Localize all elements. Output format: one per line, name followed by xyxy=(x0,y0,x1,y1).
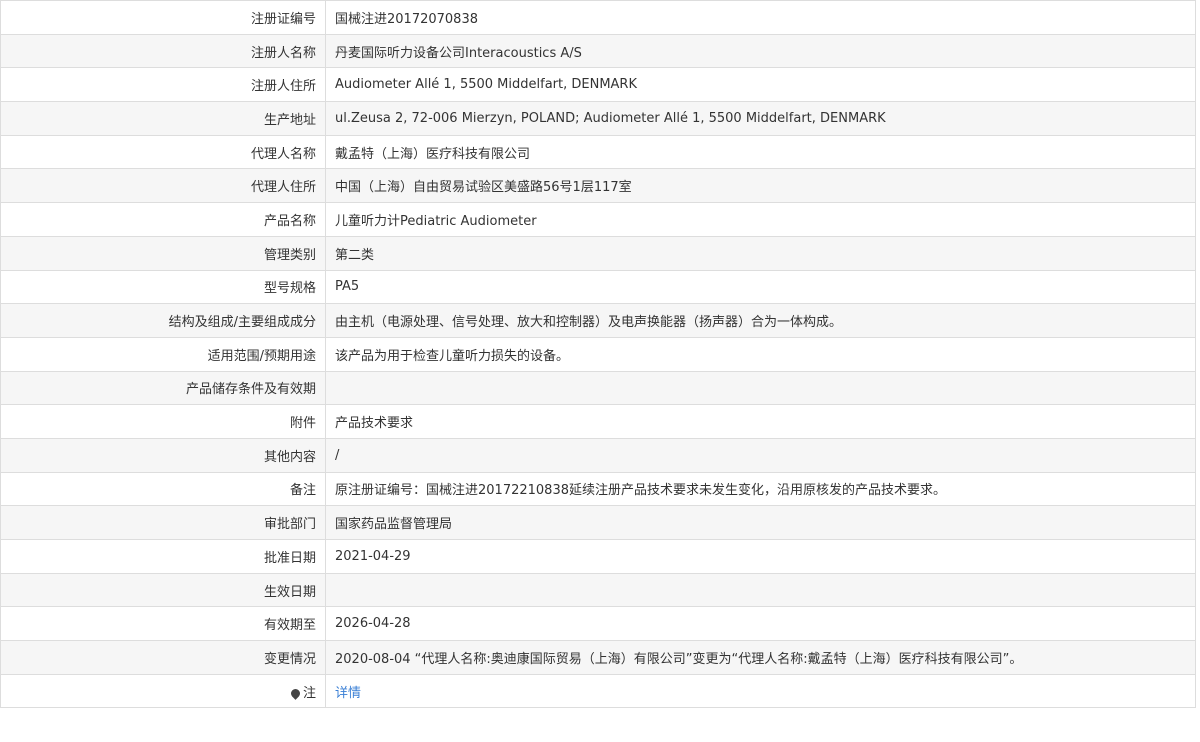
row-value: Audiometer Allé 1, 5500 Middelfart, DENM… xyxy=(325,67,1196,103)
table-row: 备注 原注册证编号：国械注进20172210838延续注册产品技术要求未发生变化，… xyxy=(0,471,1196,507)
row-label: 备注 xyxy=(0,471,326,507)
row-label: 产品名称 xyxy=(0,202,326,237)
row-value: 丹麦国际听力设备公司Interacoustics A/S xyxy=(325,33,1196,69)
note-label-cell: 注 xyxy=(0,673,326,709)
note-label: 注 xyxy=(302,685,316,701)
detail-link[interactable]: 详情 xyxy=(335,686,361,701)
table-row: 代理人住所 中国（上海）自由贸易试验区美盛路56号1层117室 xyxy=(0,168,1196,204)
row-value: 2020-08-04 “代理人名称:奥迪康国际贸易（上海）有限公司”变更为“代理… xyxy=(325,640,1196,675)
row-value: 国家药品监督管理局 xyxy=(325,505,1196,540)
table-row: 产品名称 儿童听力计Pediatric Audiometer xyxy=(0,202,1196,237)
table-row: 结构及组成/主要组成成分 由主机（电源处理、信号处理、放大和控制器）及电声换能器（… xyxy=(0,303,1196,338)
row-value: 原注册证编号：国械注进20172210838延续注册产品技术要求未发生变化，沿用… xyxy=(325,471,1196,507)
row-value: 2021-04-29 xyxy=(325,539,1196,574)
pin-icon xyxy=(289,686,302,700)
row-label: 代理人名称 xyxy=(0,134,326,170)
table-row: 生产地址 ul.Zeusa 2, 72-006 Mierzyn, POLAND; … xyxy=(0,101,1196,136)
row-label: 其他内容 xyxy=(0,437,326,473)
table-row: 注册人住所 Audiometer Allé 1, 5500 Middelfart,… xyxy=(0,67,1196,103)
row-label: 适用范围/预期用途 xyxy=(0,336,326,372)
registration-detail-table: 注册证编号 国械注进20172070838 注册人名称 丹麦国际听力设备公司Inte… xyxy=(0,0,1196,709)
row-label: 型号规格 xyxy=(0,269,326,305)
row-label: 变更情况 xyxy=(0,640,326,675)
row-value: 国械注进20172070838 xyxy=(325,0,1196,35)
table-row: 产品储存条件及有效期 xyxy=(0,370,1196,406)
row-label: 批准日期 xyxy=(0,539,326,574)
row-value: 产品技术要求 xyxy=(325,404,1196,439)
note-value-cell: 详情 xyxy=(325,673,1196,709)
row-label: 生产地址 xyxy=(0,101,326,136)
row-value: 2026-04-28 xyxy=(325,606,1196,642)
table-row: 批准日期 2021-04-29 xyxy=(0,539,1196,574)
table-row: 生效日期 xyxy=(0,572,1196,608)
row-value xyxy=(325,572,1196,608)
row-label: 代理人住所 xyxy=(0,168,326,204)
row-label: 注册人名称 xyxy=(0,33,326,69)
table-row: 管理类别 第二类 xyxy=(0,235,1196,271)
row-value: 第二类 xyxy=(325,235,1196,271)
table-row: 有效期至 2026-04-28 xyxy=(0,606,1196,642)
row-label: 有效期至 xyxy=(0,606,326,642)
row-value: 由主机（电源处理、信号处理、放大和控制器）及电声换能器（扬声器）合为一体构成。 xyxy=(325,303,1196,338)
table-row: 其他内容 / xyxy=(0,437,1196,473)
row-label: 审批部门 xyxy=(0,505,326,540)
table-row: 适用范围/预期用途 该产品为用于检查儿童听力损失的设备。 xyxy=(0,336,1196,372)
table-body: 注册证编号 国械注进20172070838 注册人名称 丹麦国际听力设备公司Inte… xyxy=(0,0,1196,709)
row-value: 中国（上海）自由贸易试验区美盛路56号1层117室 xyxy=(325,168,1196,204)
table-row: 型号规格 PA5 xyxy=(0,269,1196,305)
table-row: 代理人名称 戴孟特（上海）医疗科技有限公司 xyxy=(0,134,1196,170)
note-row: 注 详情 xyxy=(0,673,1196,709)
table-row: 注册人名称 丹麦国际听力设备公司Interacoustics A/S xyxy=(0,33,1196,69)
table-row: 注册证编号 国械注进20172070838 xyxy=(0,0,1196,35)
row-value: 该产品为用于检查儿童听力损失的设备。 xyxy=(325,336,1196,372)
row-label: 生效日期 xyxy=(0,572,326,608)
table-row: 审批部门 国家药品监督管理局 xyxy=(0,505,1196,540)
row-value: 戴孟特（上海）医疗科技有限公司 xyxy=(325,134,1196,170)
row-value: / xyxy=(325,437,1196,473)
row-value: 儿童听力计Pediatric Audiometer xyxy=(325,202,1196,237)
row-value: PA5 xyxy=(325,269,1196,305)
row-label: 注册证编号 xyxy=(0,0,326,35)
row-label: 附件 xyxy=(0,404,326,439)
row-label: 产品储存条件及有效期 xyxy=(0,370,326,406)
table-row: 变更情况 2020-08-04 “代理人名称:奥迪康国际贸易（上海）有限公司”变更… xyxy=(0,640,1196,675)
row-value: ul.Zeusa 2, 72-006 Mierzyn, POLAND; Audi… xyxy=(325,101,1196,136)
table-row: 附件 产品技术要求 xyxy=(0,404,1196,439)
row-label: 结构及组成/主要组成成分 xyxy=(0,303,326,338)
row-value xyxy=(325,370,1196,406)
row-label: 管理类别 xyxy=(0,235,326,271)
row-label: 注册人住所 xyxy=(0,67,326,103)
